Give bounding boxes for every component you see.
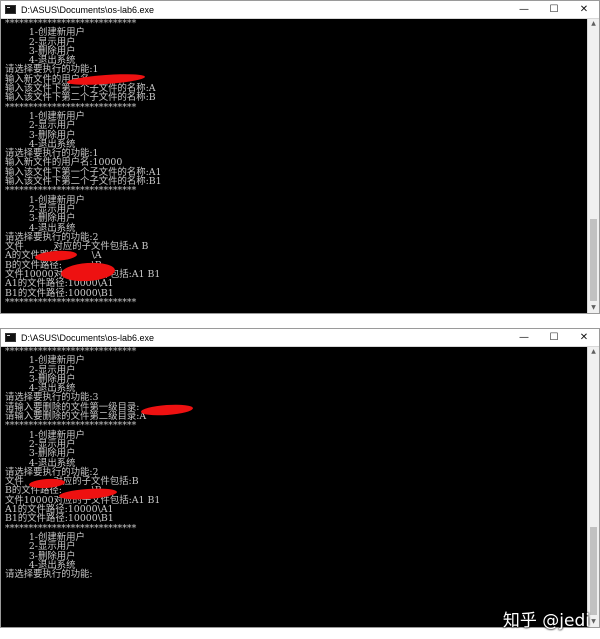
title-bar[interactable]: D:\ASUS\Documents\os-lab6.exe — ☐ ✕ <box>1 1 599 19</box>
close-button[interactable]: ✕ <box>569 329 599 346</box>
console-line: 3-删除用户 <box>5 129 76 141</box>
title-bar[interactable]: D:\ASUS\Documents\os-lab6.exe — ☐ ✕ <box>1 329 599 347</box>
console-line: 1-创建新用户 <box>5 110 85 122</box>
console-line: 2-显示用户 <box>5 120 76 132</box>
console-window-bottom: D:\ASUS\Documents\os-lab6.exe — ☐ ✕ ****… <box>0 328 600 628</box>
console-line: 1-创建新用户 <box>5 194 85 206</box>
zhihu-watermark: 知乎 @jedi <box>502 611 590 631</box>
console-line: 3-删除用户 <box>5 448 76 460</box>
console-window-top: D:\ASUS\Documents\os-lab6.exe — ☐ ✕ ****… <box>0 0 600 314</box>
scroll-up-arrow-icon[interactable]: ▲ <box>588 19 599 29</box>
console-line: 2-显示用户 <box>5 541 76 553</box>
caption-buttons: — ☐ ✕ <box>509 1 599 18</box>
close-button[interactable]: ✕ <box>569 1 599 18</box>
console-line: **************************** <box>5 101 137 113</box>
console-line: 1-创建新用户 <box>5 27 85 39</box>
console-line: **************************** <box>5 19 137 29</box>
window-title: D:\ASUS\Documents\os-lab6.exe <box>21 332 155 343</box>
console-line: 3-删除用户 <box>5 373 76 385</box>
console-line: 1-创建新用户 <box>5 531 85 543</box>
console-line: 3-删除用户 <box>5 213 76 225</box>
scroll-up-arrow-icon[interactable]: ▲ <box>588 347 599 357</box>
console-line: **************************** <box>5 185 137 197</box>
caption-buttons: — ☐ ✕ <box>509 329 599 346</box>
minimize-button[interactable]: — <box>509 1 539 18</box>
window-title: D:\ASUS\Documents\os-lab6.exe <box>21 4 155 15</box>
scroll-thumb[interactable] <box>590 527 597 615</box>
console-line: 3-删除用户 <box>5 550 76 562</box>
scroll-down-arrow-icon[interactable]: ▼ <box>588 303 599 313</box>
console-line: 1-创建新用户 <box>5 429 85 441</box>
console-lines: **************************** 1-创建新用户 2-显… <box>5 347 585 579</box>
console-line: **************************** <box>5 420 137 432</box>
console-output-area[interactable]: **************************** 1-创建新用户 2-显… <box>1 347 599 627</box>
console-app-icon <box>5 333 16 342</box>
console-line: 2-显示用户 <box>5 438 76 450</box>
console-line: 2-显示用户 <box>5 36 76 48</box>
console-output-area[interactable]: **************************** 1-创建新用户 2-显… <box>1 19 599 313</box>
console-line: 3-删除用户 <box>5 45 76 57</box>
console-line: 1-创建新用户 <box>5 355 85 367</box>
scroll-thumb[interactable] <box>590 219 597 301</box>
vertical-scrollbar[interactable]: ▲ ▼ <box>587 19 599 313</box>
console-line: 请选择要执行的功能: <box>5 569 93 581</box>
maximize-button[interactable]: ☐ <box>539 329 569 346</box>
minimize-button[interactable]: — <box>509 329 539 346</box>
console-line: **************************** <box>5 522 137 534</box>
maximize-button[interactable]: ☐ <box>539 1 569 18</box>
console-line: 2-显示用户 <box>5 364 76 376</box>
console-line: **************************** <box>5 347 137 357</box>
console-line: **************************** <box>5 296 137 308</box>
console-app-icon <box>5 5 16 14</box>
console-line: 2-显示用户 <box>5 203 76 215</box>
vertical-scrollbar[interactable]: ▲ ▼ <box>587 347 599 627</box>
